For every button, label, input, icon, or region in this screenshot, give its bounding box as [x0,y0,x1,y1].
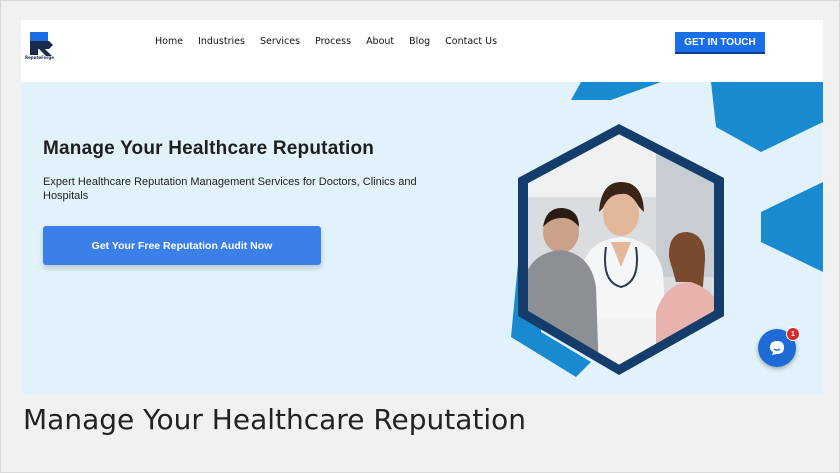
chat-bubble-icon [770,341,784,355]
site-header: ReputeForge Home Industries Services Pro… [21,20,823,82]
nav-blog[interactable]: Blog [409,36,430,47]
chat-notification-badge: 1 [786,327,800,341]
nav-about[interactable]: About [366,36,394,47]
logo-text: ReputeForge [25,55,54,60]
free-audit-button[interactable]: Get Your Free Reputation Audit Now [43,226,321,265]
nav-contact-us[interactable]: Contact Us [445,36,497,47]
hero-title: Manage Your Healthcare Reputation [43,138,375,159]
hero-subtitle: Expert Healthcare Reputation Management … [43,176,417,202]
hero-section: Manage Your Healthcare Reputation Expert… [21,82,823,394]
nav-home[interactable]: Home [155,36,183,47]
page-frame: ReputeForge Home Industries Services Pro… [0,0,840,473]
page-heading: Manage Your Healthcare Reputation [23,403,527,436]
nav-services[interactable]: Services [260,36,300,47]
nav-process[interactable]: Process [315,36,351,47]
main-nav: Home Industries Services Process About B… [155,36,497,47]
get-in-touch-button[interactable]: GET IN TOUCH [675,32,765,54]
website-viewport: ReputeForge Home Industries Services Pro… [21,20,823,394]
nav-industries[interactable]: Industries [198,36,245,47]
